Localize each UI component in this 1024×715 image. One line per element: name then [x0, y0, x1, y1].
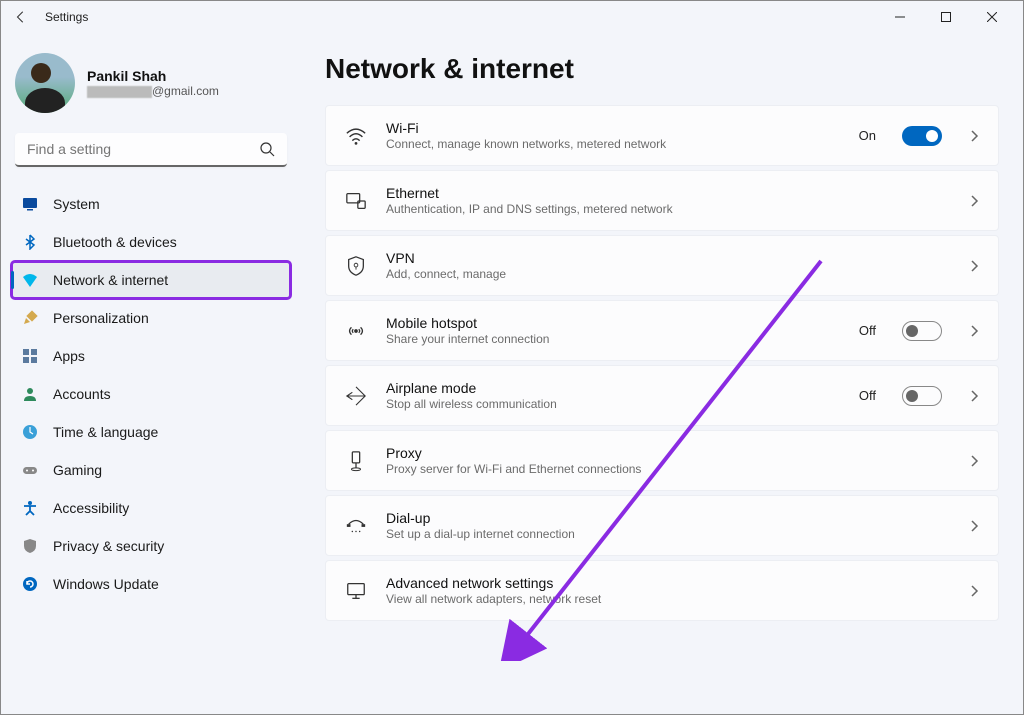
bluetooth-icon	[21, 233, 39, 251]
sidebar-item-bluetooth[interactable]: Bluetooth & devices	[11, 223, 291, 261]
user-profile[interactable]: Pankil Shah @gmail.com	[11, 45, 291, 133]
sidebar-item-label: Gaming	[53, 462, 102, 478]
sidebar: Pankil Shah @gmail.com System Bluetooth …	[1, 33, 301, 714]
search-icon	[259, 141, 275, 157]
hotspot-status: Off	[859, 323, 876, 338]
sidebar-item-label: Network & internet	[53, 272, 168, 288]
window-title: Settings	[45, 10, 88, 24]
vpn-icon	[344, 254, 368, 278]
card-title: Dial-up	[386, 510, 942, 526]
card-proxy[interactable]: Proxy Proxy server for Wi-Fi and Etherne…	[325, 430, 999, 491]
system-icon	[21, 195, 39, 213]
page-title: Network & internet	[325, 53, 999, 85]
advanced-network-icon	[344, 579, 368, 603]
nav-list: System Bluetooth & devices Network & int…	[11, 185, 291, 603]
time-icon	[21, 423, 39, 441]
airplane-toggle[interactable]	[902, 386, 942, 406]
apps-icon	[21, 347, 39, 365]
close-button[interactable]	[969, 1, 1015, 33]
card-wifi[interactable]: Wi-Fi Connect, manage known networks, me…	[325, 105, 999, 166]
card-desc: Set up a dial-up internet connection	[386, 527, 942, 541]
card-desc: Stop all wireless communication	[386, 397, 841, 411]
sidebar-item-label: System	[53, 196, 100, 212]
accessibility-icon	[21, 499, 39, 517]
sidebar-item-privacy[interactable]: Privacy & security	[11, 527, 291, 565]
search-container	[15, 133, 287, 167]
wifi-status: On	[859, 128, 876, 143]
chevron-right-icon	[968, 585, 980, 597]
chevron-right-icon	[968, 130, 980, 142]
card-desc: Connect, manage known networks, metered …	[386, 137, 841, 151]
card-desc: Authentication, IP and DNS settings, met…	[386, 202, 942, 216]
search-input[interactable]	[15, 133, 287, 167]
chevron-right-icon	[968, 325, 980, 337]
card-airplane[interactable]: Airplane mode Stop all wireless communic…	[325, 365, 999, 426]
chevron-right-icon	[968, 390, 980, 402]
card-vpn[interactable]: VPN Add, connect, manage	[325, 235, 999, 296]
card-title: Mobile hotspot	[386, 315, 841, 331]
sidebar-item-label: Accessibility	[53, 500, 129, 516]
network-icon	[21, 271, 39, 289]
card-advanced-network[interactable]: Advanced network settings View all netwo…	[325, 560, 999, 621]
card-desc: Share your internet connection	[386, 332, 841, 346]
wifi-toggle[interactable]	[902, 126, 942, 146]
back-button[interactable]	[9, 5, 33, 29]
avatar	[15, 53, 75, 113]
wifi-icon	[344, 124, 368, 148]
card-title: Airplane mode	[386, 380, 841, 396]
card-title: VPN	[386, 250, 942, 266]
sidebar-item-label: Windows Update	[53, 576, 159, 592]
card-ethernet[interactable]: Ethernet Authentication, IP and DNS sett…	[325, 170, 999, 231]
content-area: Network & internet Wi-Fi Connect, manage…	[301, 33, 1023, 714]
sidebar-item-accounts[interactable]: Accounts	[11, 375, 291, 413]
user-name: Pankil Shah	[87, 68, 219, 84]
sidebar-item-personalization[interactable]: Personalization	[11, 299, 291, 337]
gaming-icon	[21, 461, 39, 479]
card-desc: View all network adapters, network reset	[386, 592, 942, 606]
hotspot-icon	[344, 319, 368, 343]
chevron-right-icon	[968, 260, 980, 272]
proxy-icon	[344, 449, 368, 473]
privacy-icon	[21, 537, 39, 555]
airplane-icon	[344, 384, 368, 408]
card-hotspot[interactable]: Mobile hotspot Share your internet conne…	[325, 300, 999, 361]
sidebar-item-gaming[interactable]: Gaming	[11, 451, 291, 489]
card-desc: Proxy server for Wi-Fi and Ethernet conn…	[386, 462, 942, 476]
dialup-icon	[344, 514, 368, 538]
sidebar-item-update[interactable]: Windows Update	[11, 565, 291, 603]
hotspot-toggle[interactable]	[902, 321, 942, 341]
sidebar-item-label: Privacy & security	[53, 538, 164, 554]
user-email: @gmail.com	[87, 84, 219, 98]
sidebar-item-label: Accounts	[53, 386, 111, 402]
accounts-icon	[21, 385, 39, 403]
chevron-right-icon	[968, 520, 980, 532]
sidebar-item-network[interactable]: Network & internet	[11, 261, 291, 299]
card-title: Proxy	[386, 445, 942, 461]
titlebar: Settings	[1, 1, 1023, 33]
sidebar-item-label: Apps	[53, 348, 85, 364]
maximize-button[interactable]	[923, 1, 969, 33]
minimize-button[interactable]	[877, 1, 923, 33]
update-icon	[21, 575, 39, 593]
sidebar-item-label: Bluetooth & devices	[53, 234, 177, 250]
ethernet-icon	[344, 189, 368, 213]
card-title: Advanced network settings	[386, 575, 942, 591]
chevron-right-icon	[968, 455, 980, 467]
personalization-icon	[21, 309, 39, 327]
sidebar-item-apps[interactable]: Apps	[11, 337, 291, 375]
card-title: Ethernet	[386, 185, 942, 201]
window-controls	[877, 1, 1015, 33]
sidebar-item-system[interactable]: System	[11, 185, 291, 223]
sidebar-item-time[interactable]: Time & language	[11, 413, 291, 451]
sidebar-item-label: Personalization	[53, 310, 149, 326]
card-title: Wi-Fi	[386, 120, 841, 136]
chevron-right-icon	[968, 195, 980, 207]
sidebar-item-accessibility[interactable]: Accessibility	[11, 489, 291, 527]
sidebar-item-label: Time & language	[53, 424, 158, 440]
card-dialup[interactable]: Dial-up Set up a dial-up internet connec…	[325, 495, 999, 556]
card-desc: Add, connect, manage	[386, 267, 942, 281]
airplane-status: Off	[859, 388, 876, 403]
